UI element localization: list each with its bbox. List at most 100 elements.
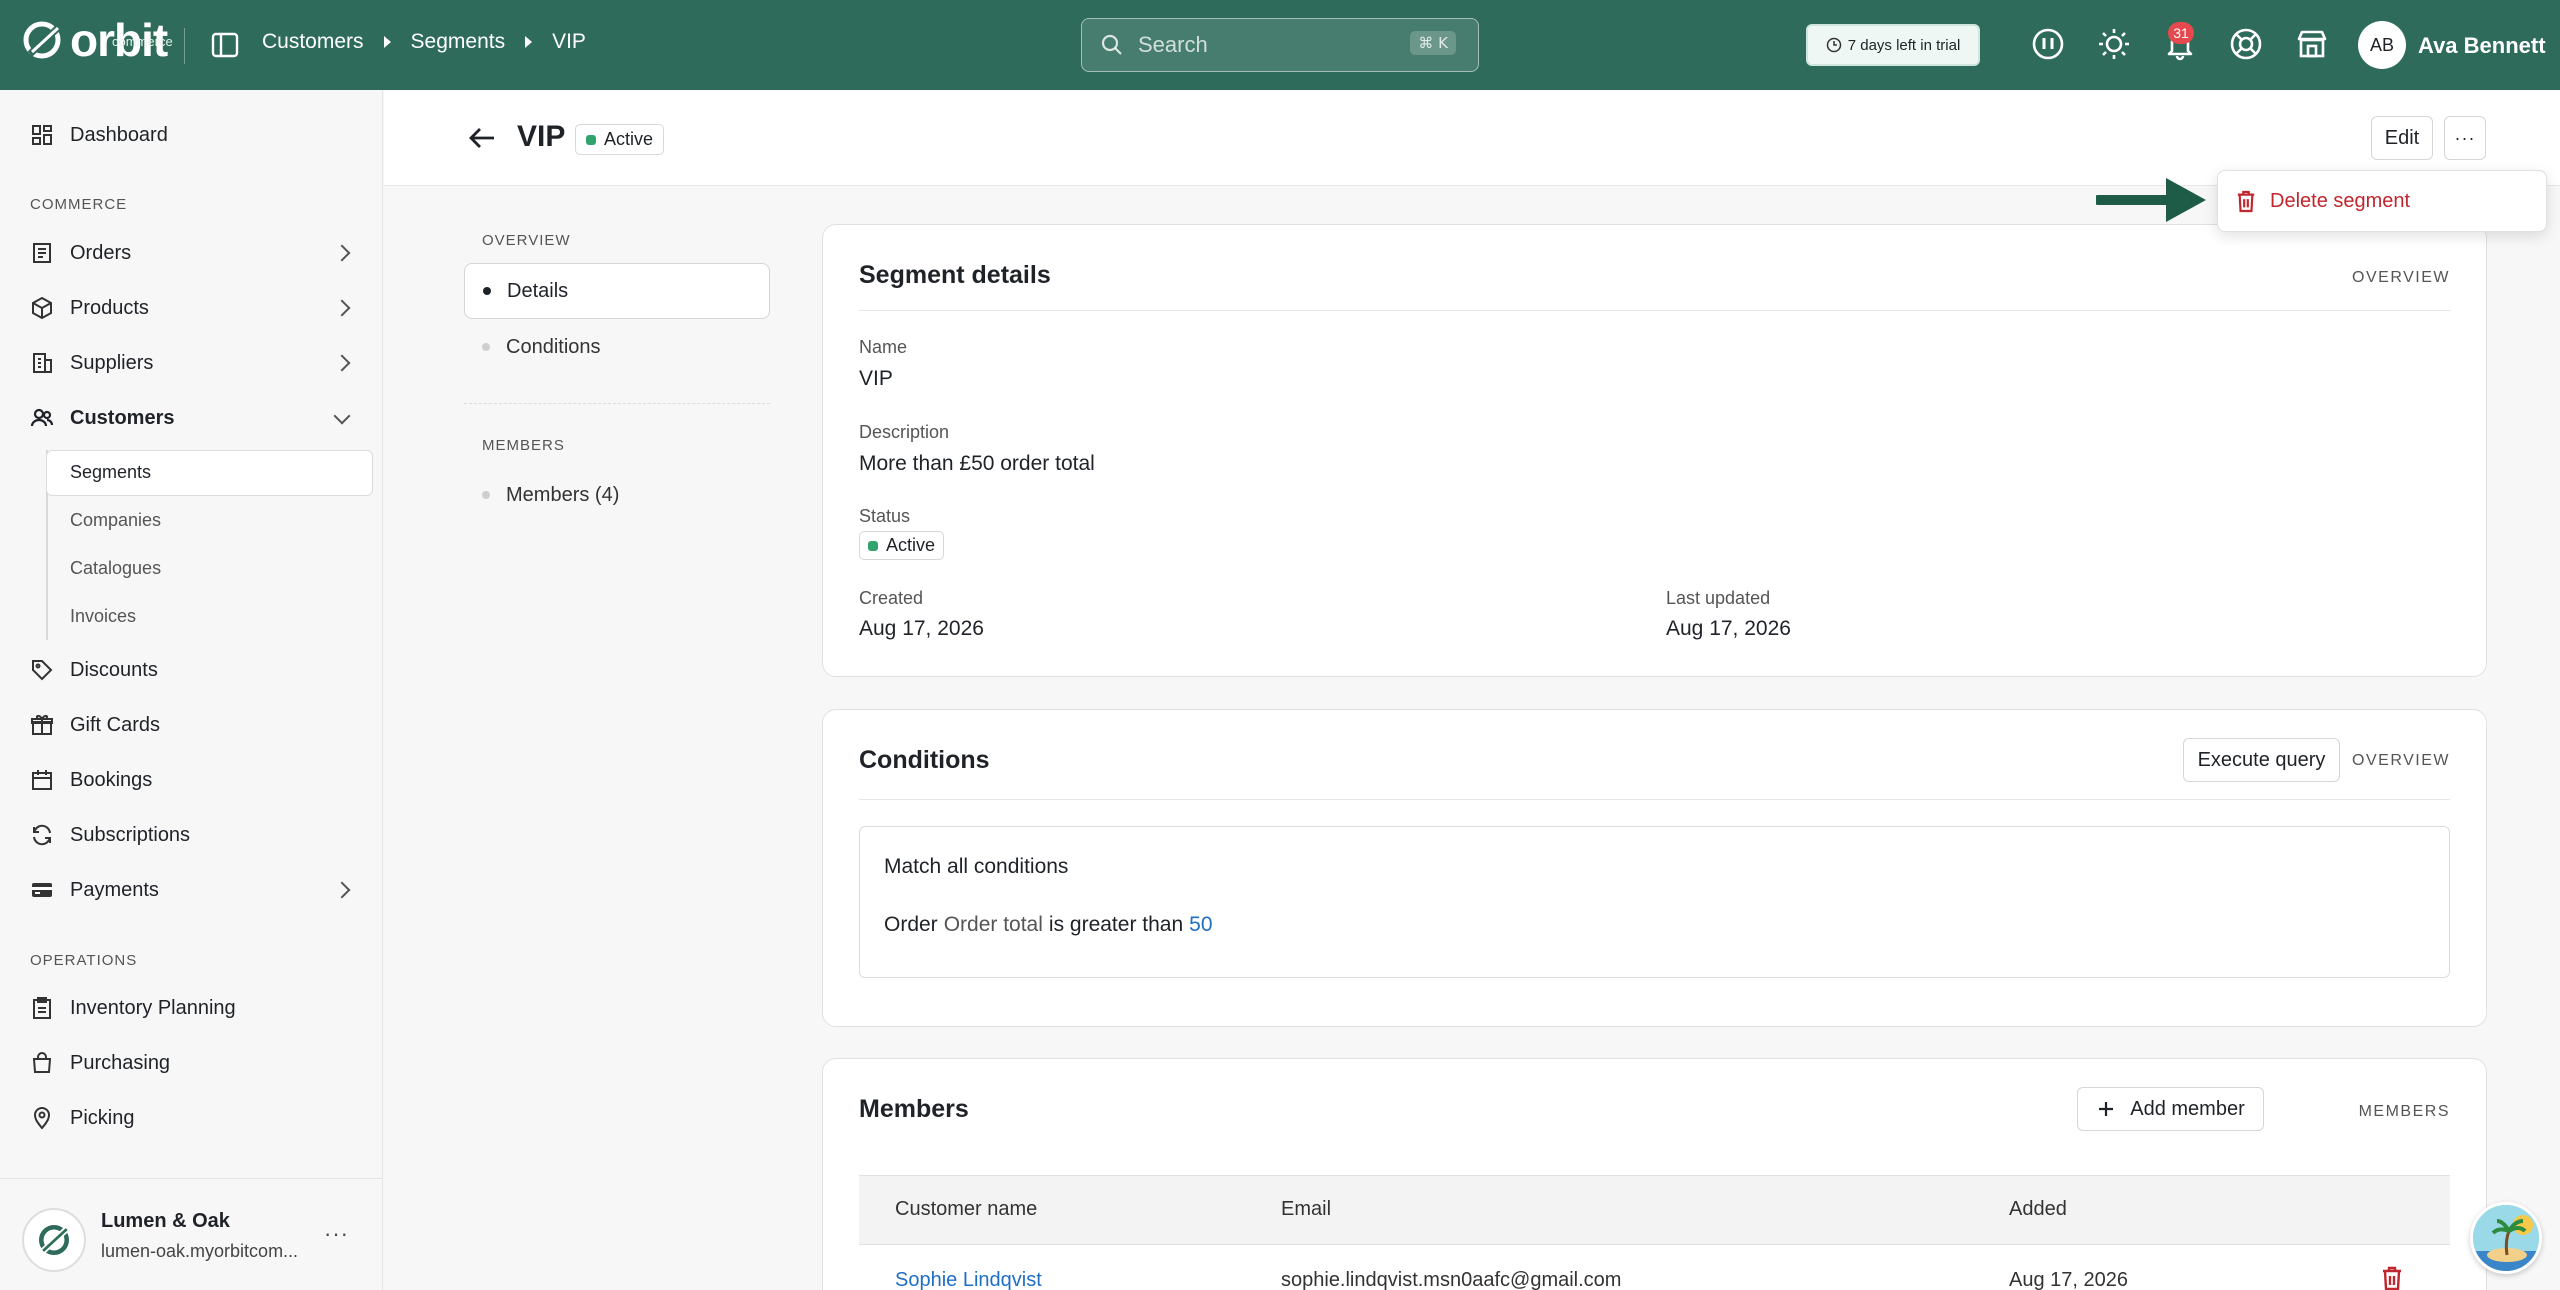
column-header-customer-name[interactable]: Customer name <box>895 1198 1037 1221</box>
sidebar-item-bookings[interactable]: Bookings <box>0 760 383 800</box>
add-member-label: Add member <box>2130 1097 2245 1120</box>
divider <box>859 310 2450 311</box>
last-updated-value: Aug 17, 2026 <box>1666 617 1791 640</box>
section-label-commerce: COMMERCE <box>30 196 128 213</box>
sidebar-subitem-catalogues[interactable]: Catalogues <box>70 558 161 579</box>
sidebar-toggle-icon[interactable] <box>210 30 240 60</box>
shopping-bag-icon <box>32 1052 52 1073</box>
column-header-added[interactable]: Added <box>2009 1198 2067 1221</box>
breadcrumb-customers[interactable]: Customers <box>262 30 364 54</box>
sidebar-item-inventory-planning[interactable]: Inventory Planning <box>0 988 383 1028</box>
org-logo <box>22 1208 86 1272</box>
search-icon <box>1101 34 1122 55</box>
chevron-right-icon <box>333 299 351 317</box>
sidebar-item-label: Dashboard <box>70 123 168 146</box>
search-input[interactable]: Search ⌘ K <box>1081 18 1479 72</box>
sidebar-item-orders[interactable]: Orders <box>0 233 383 273</box>
sidebar-item-label: Customers <box>70 406 175 429</box>
trash-icon[interactable] <box>2381 1265 2403 1290</box>
inner-nav-label: Conditions <box>506 335 601 358</box>
user-name[interactable]: Ava Bennett <box>2418 33 2546 59</box>
match-mode-text: Match all conditions <box>884 855 1069 878</box>
tag-icon <box>32 660 53 681</box>
sidebar-item-dashboard[interactable]: Dashboard <box>0 115 383 155</box>
sun-icon[interactable] <box>2096 26 2132 62</box>
table-header: Customer name Email Added <box>859 1175 2450 1245</box>
status-badge: Active <box>575 124 665 155</box>
condition-field: Order total <box>943 913 1043 936</box>
assistant-launcher[interactable] <box>2470 1202 2542 1274</box>
chevron-right-icon <box>333 881 351 899</box>
sidebar-item-label: Payments <box>70 878 159 901</box>
sidebar-item-picking[interactable]: Picking <box>0 1098 383 1138</box>
column-header-email[interactable]: Email <box>1281 1198 1331 1221</box>
avatar[interactable]: AB <box>2358 21 2406 69</box>
description-value: More than £50 order total <box>859 452 1095 475</box>
sidebar-item-label: Gift Cards <box>70 713 161 736</box>
status-badge: Active <box>859 531 945 560</box>
sidebar-item-label: Discounts <box>70 658 158 681</box>
store-icon[interactable] <box>2294 26 2330 62</box>
delete-segment-menu-item[interactable]: Delete segment <box>2236 189 2410 213</box>
status-text: Active <box>604 129 654 149</box>
card-tag: OVERVIEW <box>2352 269 2450 286</box>
sidebar-subitem-label[interactable]: Segments <box>70 462 151 483</box>
sidebar-item-payments[interactable]: Payments <box>0 870 383 910</box>
sidebar-item-label: Purchasing <box>70 1051 171 1074</box>
breadcrumb-segments[interactable]: Segments <box>411 30 506 54</box>
inner-nav-members[interactable]: Members (4) <box>464 467 770 523</box>
condition-value: 50 <box>1189 913 1213 936</box>
chevron-right-icon <box>333 354 351 372</box>
bullet-icon <box>482 491 490 499</box>
inner-nav-conditions[interactable]: Conditions <box>464 319 770 375</box>
gift-icon <box>31 715 53 735</box>
sidebar-item-label: Subscriptions <box>70 823 191 846</box>
sidebar-item-customers[interactable]: Customers <box>0 398 383 438</box>
building-icon <box>33 353 52 373</box>
description-label: Description <box>859 422 950 442</box>
search-placeholder: Search <box>1138 32 1208 57</box>
sidebar-item-subscriptions[interactable]: Subscriptions <box>0 815 383 855</box>
sidebar-item-purchasing[interactable]: Purchasing <box>0 1043 383 1083</box>
more-actions-button[interactable]: ··· <box>2444 116 2486 160</box>
inner-nav-label: Details <box>507 279 569 302</box>
help-icon[interactable] <box>2228 26 2264 62</box>
sidebar-item-gift-cards[interactable]: Gift Cards <box>0 705 383 745</box>
added-date: Aug 17, 2026 <box>2009 1269 2128 1290</box>
main-content: VIP Active Edit ··· OVERVIEW Details Con… <box>384 90 2560 1290</box>
execute-query-button[interactable]: Execute query <box>2183 738 2340 782</box>
customer-name-link[interactable]: Sophie Lindqvist <box>895 1269 1042 1290</box>
bullet-icon <box>483 287 491 295</box>
inner-nav-members-label: MEMBERS <box>482 437 565 454</box>
dashboard-icon <box>32 125 52 145</box>
card-tag: MEMBERS <box>2358 1103 2450 1120</box>
edit-button[interactable]: Edit <box>2371 116 2433 160</box>
sidebar-subitem-invoices[interactable]: Invoices <box>70 606 136 627</box>
segment-details-card: Segment details OVERVIEW Name VIP Descri… <box>822 224 2487 677</box>
inner-nav-details[interactable]: Details <box>464 263 770 319</box>
sidebar-item-label: Suppliers <box>70 351 154 374</box>
customer-email: sophie.lindqvist.msn0aafc@gmail.com <box>1281 1269 1622 1290</box>
sidebar-item-discounts[interactable]: Discounts <box>0 650 383 690</box>
sidebar-item-products[interactable]: Products <box>0 288 383 328</box>
chevron-down-icon <box>333 407 351 425</box>
plus-icon <box>2099 1102 2114 1116</box>
sidebar-subitem-companies[interactable]: Companies <box>70 510 161 531</box>
inner-nav-label: Members (4) <box>506 483 620 506</box>
chevron-right-icon <box>333 244 351 262</box>
org-more-button[interactable]: ··· <box>324 1221 349 1247</box>
trial-badge[interactable]: 7 days left in trial <box>1806 24 1980 66</box>
sidebar: Dashboard COMMERCE Orders Products Suppl… <box>0 90 383 1290</box>
org-domain: lumen-oak.myorbitcom... <box>101 1241 299 1261</box>
sidebar-item-suppliers[interactable]: Suppliers <box>0 343 383 383</box>
notification-badge: 31 <box>2168 22 2194 44</box>
clock-icon <box>1826 37 1841 53</box>
status-dot-icon <box>868 540 878 551</box>
condition-row: Order Order total is greater than 50 <box>884 913 1213 937</box>
orbit-logo-icon <box>23 21 63 59</box>
add-member-button[interactable]: Add member <box>2077 1087 2264 1131</box>
logo-subtitle: commerce <box>112 34 173 49</box>
back-arrow-icon[interactable] <box>468 126 496 150</box>
calendar-icon <box>32 770 52 790</box>
feedback-icon[interactable] <box>2030 26 2066 62</box>
